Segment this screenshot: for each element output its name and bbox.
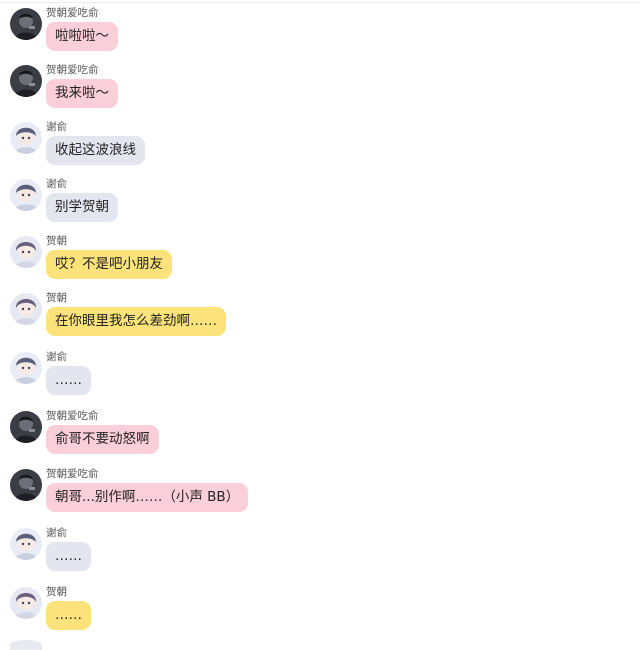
chat-message: 贺朝 在你眼里我怎么差劲啊……	[10, 292, 610, 343]
next-avatar-icon	[10, 640, 42, 650]
sender-name: 贺朝	[46, 235, 67, 247]
message-bubble[interactable]: ……	[46, 366, 91, 395]
avatar-dark-icon[interactable]	[10, 469, 42, 501]
message-bubble[interactable]: 啦啦啦～	[46, 22, 118, 51]
chat-message: 贺朝 哎？不是吧小朋友	[10, 235, 610, 286]
chat-message: 贺朝爱吃俞 啦啦啦～	[10, 7, 610, 58]
sender-name: 贺朝	[46, 292, 67, 304]
avatar-anime-icon[interactable]	[10, 352, 42, 384]
avatar-anime-icon[interactable]	[10, 293, 42, 325]
sender-name: 贺朝爱吃俞	[46, 7, 99, 19]
sender-name: 贺朝爱吃俞	[46, 410, 99, 422]
avatar-dark-icon[interactable]	[10, 65, 42, 97]
chat-message: 贺朝 ……	[10, 586, 610, 637]
avatar-dark-icon[interactable]	[10, 8, 42, 40]
sender-name: 贺朝爱吃俞	[46, 64, 99, 76]
avatar-anime-icon[interactable]	[10, 122, 42, 154]
chat-message: 谢俞 ……	[10, 527, 610, 578]
message-bubble[interactable]: 哎？不是吧小朋友	[46, 250, 172, 279]
avatar-anime-icon[interactable]	[10, 236, 42, 268]
avatar-anime-icon[interactable]	[10, 179, 42, 211]
sender-name: 谢俞	[46, 351, 67, 363]
avatar-anime-icon[interactable]	[10, 587, 42, 619]
sender-name: 贺朝	[46, 586, 67, 598]
message-bubble[interactable]: ……	[46, 601, 91, 630]
sender-name: 谢俞	[46, 527, 67, 539]
chat-message: 贺朝爱吃俞 俞哥不要动怒啊	[10, 410, 610, 461]
chat-message: 谢俞 收起这波浪线	[10, 121, 610, 172]
sender-name: 贺朝爱吃俞	[46, 468, 99, 480]
chat-message: 谢俞 ……	[10, 351, 610, 402]
chat-message: 贺朝爱吃俞 我来啦～	[10, 64, 610, 115]
message-bubble[interactable]: ……	[46, 542, 91, 571]
message-bubble[interactable]: 收起这波浪线	[46, 136, 145, 165]
sender-name: 谢俞	[46, 121, 67, 133]
avatar-dark-icon[interactable]	[10, 411, 42, 443]
message-bubble[interactable]: 朝哥...别作啊……（小声 BB）	[46, 483, 249, 512]
chat-message: 贺朝爱吃俞 朝哥...别作啊……（小声 BB）	[10, 468, 610, 519]
message-bubble[interactable]: 我来啦～	[46, 79, 118, 108]
message-bubble[interactable]: 别学贺朝	[46, 193, 118, 222]
chat-message-list[interactable]: 贺朝爱吃俞 啦啦啦～ 贺朝爱吃俞 我来啦～ 谢俞 收起这波浪线 谢俞 别学贺朝 …	[0, 0, 640, 650]
sender-name: 谢俞	[46, 178, 67, 190]
chat-message: 谢俞 别学贺朝	[10, 178, 610, 229]
avatar-anime-icon[interactable]	[10, 528, 42, 560]
message-bubble[interactable]: 俞哥不要动怒啊	[46, 425, 159, 454]
message-bubble[interactable]: 在你眼里我怎么差劲啊……	[46, 307, 226, 336]
